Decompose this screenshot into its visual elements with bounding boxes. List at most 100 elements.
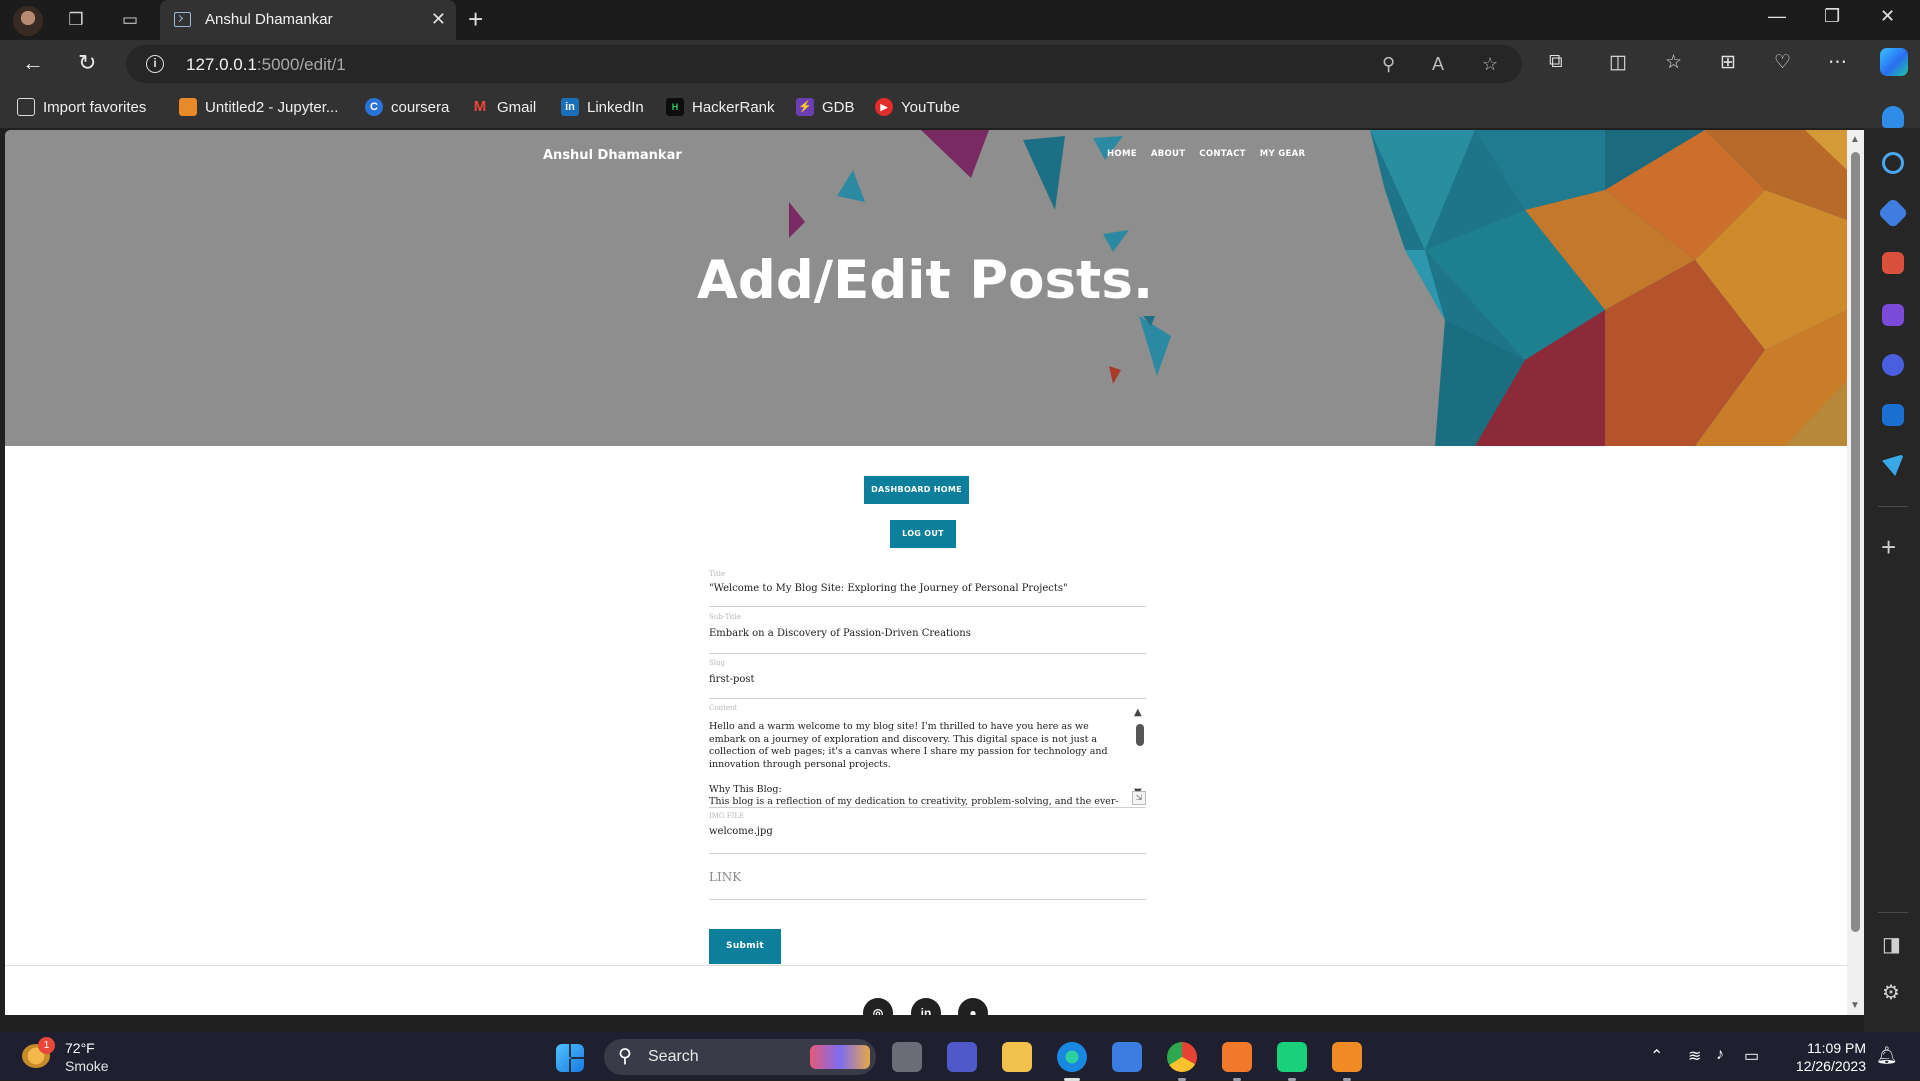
slug-field[interactable]: Slug first-post [709, 657, 1146, 699]
site-brand[interactable]: Anshul Dhamankar [543, 148, 682, 163]
link-field[interactable]: LINK [709, 858, 1146, 900]
content-field[interactable]: Content Hello and a warm welcome to my b… [709, 702, 1146, 808]
wifi-icon[interactable]: ≋ [1688, 1046, 1701, 1066]
hackerrank-icon: H [666, 98, 684, 116]
import-icon [17, 98, 35, 116]
jupyter-icon [179, 98, 197, 116]
page-title: Add/Edit Posts. [696, 250, 1154, 311]
search-icon: ⚲ [618, 1046, 632, 1067]
workspaces-icon[interactable]: ❒ [64, 8, 88, 32]
read-aloud-icon[interactable]: A [1432, 54, 1444, 75]
weather-widget[interactable]: 1 72°F Smoke [22, 1037, 122, 1074]
link-input[interactable]: LINK [709, 870, 741, 884]
page-scrollbar[interactable]: ▲ ▼ [1847, 130, 1864, 1015]
outlook-icon[interactable] [1882, 404, 1904, 426]
favorite-import[interactable]: Import favorites [17, 98, 146, 116]
task-view-icon[interactable] [892, 1042, 922, 1072]
collections-icon[interactable]: ⊞ [1720, 51, 1736, 74]
subtitle-input[interactable]: Embark on a Discovery of Passion-Driven … [709, 628, 971, 639]
title-field[interactable]: Title "Welcome to My Blog Site: Explorin… [709, 570, 1146, 607]
volume-icon[interactable]: ♪ [1716, 1046, 1724, 1064]
microsoft-store-icon[interactable] [1112, 1042, 1142, 1072]
shopping-icon[interactable] [1877, 197, 1909, 229]
close-tab-icon[interactable]: ✕ [431, 9, 446, 30]
chrome-icon[interactable] [1167, 1042, 1197, 1081]
microsoft-365-icon[interactable] [1882, 354, 1904, 376]
subtitle-field[interactable]: Sub-Title Embark on a Discovery of Passi… [709, 611, 1146, 654]
active-tab[interactable]: Anshul Dhamankar ✕ [160, 0, 456, 40]
minimize-icon[interactable]: — [1768, 6, 1786, 27]
sidebar-settings-icon[interactable]: ⚙ [1882, 980, 1900, 1005]
submit-button[interactable]: Submit [709, 929, 781, 964]
add-sidebar-app-icon[interactable]: + [1881, 532, 1896, 563]
favorite-star-icon[interactable]: ☆ [1482, 54, 1498, 75]
restore-icon[interactable]: ❐ [1824, 6, 1840, 27]
gdb-icon: ⚡ [796, 98, 814, 116]
img-file-input[interactable]: welcome.jpg [709, 826, 773, 837]
teams-icon[interactable] [947, 1042, 977, 1072]
profile-avatar[interactable] [13, 6, 43, 36]
instagram-icon[interactable]: ◎ [863, 998, 893, 1015]
linkedin-icon[interactable]: in [911, 998, 941, 1015]
nav-contact[interactable]: CONTACT [1199, 149, 1245, 159]
favorite-coursera[interactable]: C coursera [365, 98, 449, 116]
notification-bell-icon[interactable]: 🔔︎ [1876, 1046, 1898, 1066]
github-icon[interactable]: ● [958, 998, 988, 1015]
back-icon[interactable]: ← [22, 50, 44, 76]
dashboard-home-button[interactable]: DASHBOARD HOME [864, 476, 969, 504]
copilot-icon[interactable] [1880, 48, 1908, 76]
close-window-icon[interactable]: ✕ [1880, 6, 1895, 27]
scroll-up-icon[interactable]: ▲ [1134, 707, 1142, 718]
content-textarea[interactable]: Hello and a warm welcome to my blog site… [709, 721, 1127, 807]
nav-my-gear[interactable]: MY GEAR [1260, 149, 1306, 159]
favorites-icon[interactable]: ☆ [1665, 51, 1682, 74]
tools-icon[interactable] [1882, 252, 1904, 274]
tab-actions-icon[interactable]: ▭ [118, 8, 142, 32]
extensions-icon[interactable]: ⧉ [1549, 51, 1563, 73]
favorite-hackerrank[interactable]: H HackerRank [666, 98, 775, 116]
sublime-text-icon[interactable] [1332, 1042, 1362, 1081]
scroll-down-icon[interactable]: ▼ [1850, 1000, 1860, 1011]
scroll-up-icon[interactable]: ▲ [1850, 134, 1860, 145]
battery-icon[interactable]: ▭ [1744, 1046, 1759, 1066]
nav-home[interactable]: HOME [1107, 149, 1137, 159]
file-explorer-icon[interactable] [1002, 1042, 1032, 1072]
page-viewport: Anshul Dhamankar HOME ABOUT CONTACT MY G… [5, 130, 1847, 1015]
address-bar[interactable]: i 127.0.0.1:5000/edit/1 ⚲ A ☆ [126, 45, 1522, 83]
hide-sidebar-icon[interactable]: ◨ [1882, 932, 1901, 957]
favorite-gmail[interactable]: M Gmail [471, 98, 536, 116]
url-text[interactable]: 127.0.0.1:5000/edit/1 [186, 55, 346, 75]
title-input[interactable]: "Welcome to My Blog Site: Exploring the … [709, 583, 1068, 594]
windows-taskbar: 1 72°F Smoke ⚲ Search ⌃ ≋ ♪ ▭ 11:09 PM 1… [0, 1032, 1920, 1081]
slug-label: Slug [709, 659, 726, 667]
notifications-icon[interactable] [1882, 106, 1904, 128]
pycharm-icon[interactable] [1277, 1042, 1307, 1081]
favorite-youtube[interactable]: ▶ YouTube [875, 98, 960, 116]
system-clock[interactable]: 11:09 PM 12/26/2023 [1786, 1039, 1866, 1075]
favorite-jupyter[interactable]: Untitled2 - Jupyter... [179, 98, 338, 116]
more-menu-icon[interactable]: ⋯ [1828, 51, 1847, 74]
xampp-icon[interactable] [1222, 1042, 1252, 1081]
slug-input[interactable]: first-post [709, 674, 755, 685]
windows-start-icon[interactable] [556, 1044, 584, 1072]
favorite-linkedin[interactable]: in LinkedIn [561, 98, 644, 116]
show-hidden-icons[interactable]: ⌃ [1650, 1046, 1663, 1066]
split-screen-icon[interactable]: ◫ [1609, 51, 1627, 74]
favorite-gdb[interactable]: ⚡ GDB [796, 98, 855, 116]
img-file-field[interactable]: IMG FILE welcome.jpg [709, 812, 1146, 854]
search-icon[interactable] [1882, 152, 1904, 174]
nav-about[interactable]: ABOUT [1151, 149, 1185, 159]
footer-divider [5, 965, 1847, 966]
new-tab-icon[interactable]: + [468, 6, 483, 32]
edge-icon[interactable] [1057, 1042, 1087, 1081]
site-info-icon[interactable]: i [146, 55, 164, 73]
scrollbar-thumb[interactable] [1851, 152, 1860, 932]
log-out-button[interactable]: LOG OUT [890, 520, 956, 548]
taskbar-search[interactable]: ⚲ Search [604, 1039, 876, 1075]
drop-icon[interactable] [1882, 454, 1904, 476]
browser-essentials-icon[interactable]: ♡ [1774, 51, 1791, 74]
resize-handle-icon[interactable]: ⇲ [1132, 791, 1146, 805]
refresh-icon[interactable]: ↻ [78, 50, 96, 76]
games-icon[interactable] [1882, 304, 1904, 326]
zoom-icon[interactable]: ⚲ [1382, 54, 1395, 75]
